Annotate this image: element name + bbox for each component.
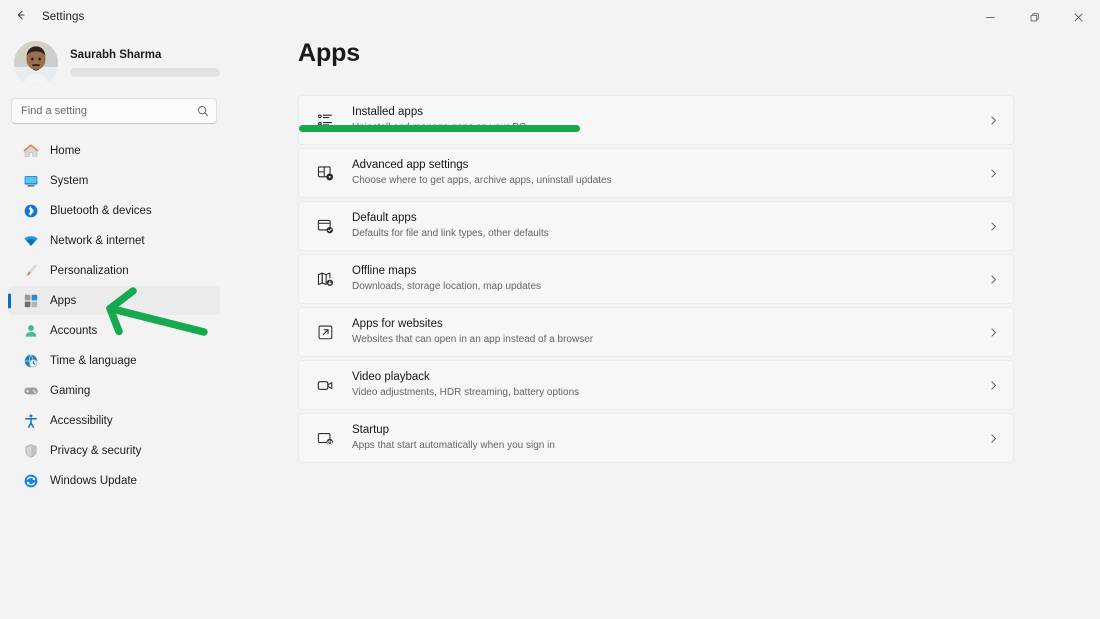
page-title: Apps: [298, 39, 361, 67]
row-title: Offline maps: [352, 265, 417, 278]
clock-globe-icon: [22, 352, 39, 369]
search-icon: [197, 105, 209, 117]
chevron-right-icon[interactable]: [988, 274, 999, 285]
profile-name: Saurabh Sharma: [70, 49, 162, 62]
sidebar-item-accessibility[interactable]: Accessibility: [8, 406, 220, 435]
settings-list: Installed apps Uninstall and manage apps…: [298, 95, 1014, 463]
row-title: Advanced app settings: [352, 159, 469, 172]
row-title: Default apps: [352, 212, 417, 225]
settings-row-startup[interactable]: Startup Apps that start automatically wh…: [298, 413, 1014, 463]
sidebar-item-label: Personalization: [50, 264, 129, 277]
settings-row-video-playback[interactable]: Video playback Video adjustments, HDR st…: [298, 360, 1014, 410]
row-subtitle: Choose where to get apps, archive apps, …: [352, 174, 612, 186]
sidebar-item-windows-update[interactable]: Windows Update: [8, 466, 220, 495]
sidebar-nav: Home System Bluetooth & devices Network …: [8, 136, 220, 495]
windows-update-icon: [22, 472, 39, 489]
accessibility-icon: [22, 412, 39, 429]
settings-row-apps-for-websites[interactable]: Apps for websites Websites that can open…: [298, 307, 1014, 357]
sidebar-item-label: Apps: [50, 294, 77, 307]
sidebar-item-personalization[interactable]: Personalization: [8, 256, 220, 285]
sidebar-item-label: Accessibility: [50, 414, 113, 427]
minimize-button[interactable]: [968, 0, 1012, 34]
startup-power-icon: [315, 428, 335, 448]
wifi-icon: [22, 232, 39, 249]
row-title: Video playback: [352, 371, 430, 384]
back-arrow-icon: [14, 8, 28, 27]
row-subtitle: Uninstall and manage apps on your PC: [352, 121, 526, 133]
window-controls: [968, 0, 1100, 34]
row-subtitle: Video adjustments, HDR streaming, batter…: [352, 386, 580, 398]
chevron-right-icon[interactable]: [988, 433, 999, 444]
sidebar-item-label: Network & internet: [50, 234, 145, 247]
row-title: Installed apps: [352, 106, 423, 119]
row-subtitle: Defaults for file and link types, other …: [352, 227, 549, 239]
chevron-right-icon[interactable]: [988, 168, 999, 179]
sidebar-item-time-language[interactable]: Time & language: [8, 346, 220, 375]
row-subtitle: Apps that start automatically when you s…: [352, 439, 555, 451]
title-bar: Settings: [0, 0, 1100, 34]
close-button[interactable]: [1056, 0, 1100, 34]
sidebar-item-apps[interactable]: Apps: [8, 286, 220, 315]
sidebar-item-network-internet[interactable]: Network & internet: [8, 226, 220, 255]
sidebar-item-bluetooth-devices[interactable]: Bluetooth & devices: [8, 196, 220, 225]
row-title: Startup: [352, 424, 390, 437]
sidebar-item-privacy-security[interactable]: Privacy & security: [8, 436, 220, 465]
row-title: Apps for websites: [352, 318, 443, 331]
settings-row-default-apps[interactable]: Default apps Defaults for file and link …: [298, 201, 1014, 251]
bluetooth-icon: [22, 202, 39, 219]
sidebar-item-accounts[interactable]: Accounts: [8, 316, 220, 345]
settings-window: Settings Saurabh Sharma Find a setting H…: [0, 0, 1100, 619]
settings-row-offline-maps[interactable]: Offline maps Downloads, storage location…: [298, 254, 1014, 304]
sidebar-item-system[interactable]: System: [8, 166, 220, 195]
shield-icon: [22, 442, 39, 459]
external-link-icon: [315, 322, 335, 342]
chevron-right-icon[interactable]: [988, 327, 999, 338]
settings-row-installed-apps[interactable]: Installed apps Uninstall and manage apps…: [298, 95, 1014, 145]
sidebar-item-label: Bluetooth & devices: [50, 204, 152, 217]
row-subtitle: Downloads, storage location, map updates: [352, 280, 542, 292]
sidebar-item-label: Gaming: [50, 384, 91, 397]
sidebar-item-label: Time & language: [50, 354, 137, 367]
window-title: Settings: [42, 11, 85, 23]
sidebar-item-label: Privacy & security: [50, 444, 142, 457]
sidebar-item-label: Windows Update: [50, 474, 137, 487]
gamepad-icon: [22, 382, 39, 399]
sidebar-item-label: Accounts: [50, 324, 98, 337]
default-apps-check-icon: [315, 216, 335, 236]
main-content: Apps Installed apps Uninstall and manage…: [228, 34, 1100, 619]
paintbrush-icon: [22, 262, 39, 279]
settings-row-advanced-app-settings[interactable]: Advanced app settings Choose where to ge…: [298, 148, 1014, 198]
maximize-restore-button[interactable]: [1012, 0, 1056, 34]
search-input[interactable]: [11, 98, 217, 124]
profile-email-redacted: [70, 67, 220, 77]
user-profile[interactable]: Saurabh Sharma: [8, 34, 220, 96]
list-bullets-icon: [315, 110, 335, 130]
row-subtitle: Websites that can open in an app instead…: [352, 333, 594, 345]
person-account-icon: [22, 322, 39, 339]
chevron-right-icon[interactable]: [988, 115, 999, 126]
map-download-icon: [315, 269, 335, 289]
avatar: [14, 41, 58, 85]
apps-grid-icon: [22, 292, 39, 309]
sidebar-item-gaming[interactable]: Gaming: [8, 376, 220, 405]
chevron-right-icon[interactable]: [988, 380, 999, 391]
home-icon: [22, 142, 39, 159]
app-settings-gear-icon: [315, 163, 335, 183]
system-monitor-icon: [22, 172, 39, 189]
video-camera-icon: [315, 375, 335, 395]
sidebar-item-home[interactable]: Home: [8, 136, 220, 165]
sidebar-item-label: System: [50, 174, 89, 187]
sidebar: Saurabh Sharma Find a setting Home Syste…: [0, 34, 228, 619]
back-button[interactable]: [5, 2, 37, 32]
search-box[interactable]: [11, 98, 217, 124]
chevron-right-icon[interactable]: [988, 221, 999, 232]
sidebar-item-label: Home: [50, 144, 81, 157]
